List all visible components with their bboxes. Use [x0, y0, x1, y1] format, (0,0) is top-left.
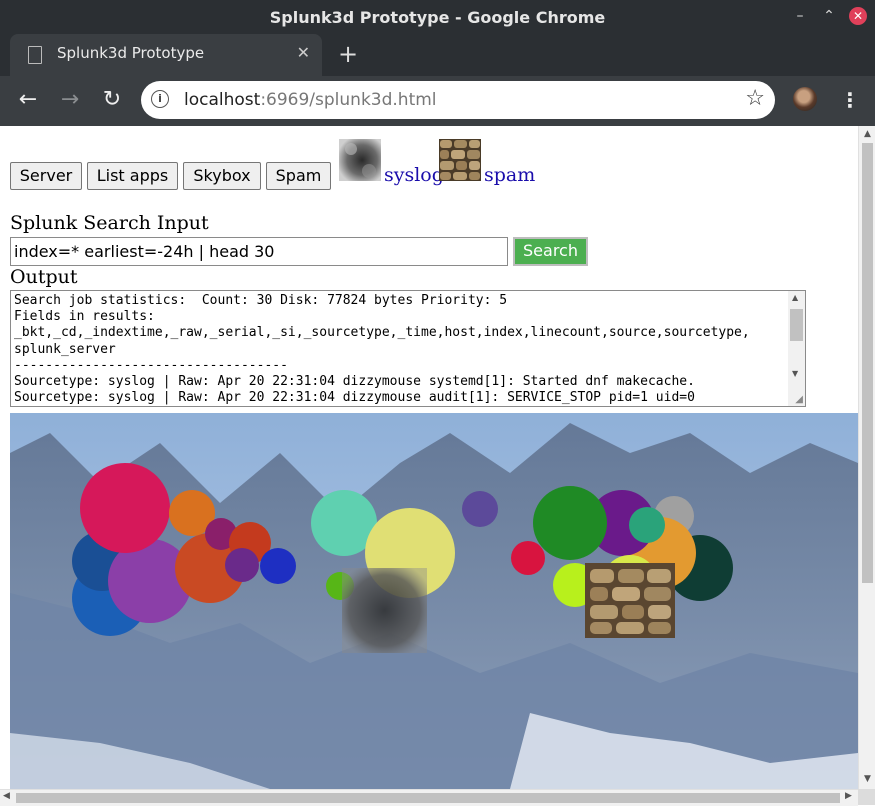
tab-title: Splunk3d Prototype [57, 44, 205, 62]
minimize-icon[interactable]: – [791, 7, 809, 25]
browser-toolbar: ← → ↻ i localhost:6969/splunk3d.html ☆ [0, 76, 875, 126]
address-bar[interactable]: i localhost:6969/splunk3d.html ☆ [141, 81, 775, 119]
output-line: _bkt,_cd,_indextime,_raw,_serial,_si,_so… [14, 325, 750, 341]
syslog-cube [342, 568, 427, 653]
syslog-link[interactable]: syslog [384, 164, 444, 186]
resize-grip-icon[interactable]: ◢ [795, 394, 803, 405]
close-tab-icon[interactable]: ✕ [297, 43, 310, 62]
page-hscroll-thumb[interactable] [16, 793, 840, 803]
bookmark-star-icon[interactable]: ☆ [745, 86, 765, 111]
scroll-up-icon[interactable]: ▲ [792, 293, 798, 302]
menu-icon[interactable]: ⋮ [840, 86, 860, 114]
output-line: ----------------------------------- [14, 357, 288, 373]
scrollbar-corner [858, 789, 875, 805]
search-button[interactable]: Search [513, 237, 588, 266]
output-label: Output [10, 266, 78, 288]
reload-icon[interactable]: ↻ [97, 85, 127, 115]
page-horizontal-scrollbar[interactable]: ◀ ▶ [0, 789, 858, 806]
page-content: Server List apps Skybox Spam syslog spam… [0, 126, 858, 789]
search-label: Splunk Search Input [10, 212, 209, 234]
output-text: Search job statistics: Count: 30 Disk: 7… [11, 291, 805, 406]
profile-avatar[interactable] [793, 87, 817, 111]
page-scroll-thumb[interactable] [862, 143, 873, 583]
scroll-right-icon[interactable]: ▶ [845, 791, 852, 801]
scroll-down-icon[interactable]: ▼ [862, 774, 873, 784]
spam-link[interactable]: spam [484, 164, 535, 186]
spam-cube [585, 563, 675, 638]
tab-splunk3d[interactable]: Splunk3d Prototype ✕ [10, 34, 322, 76]
forward-icon[interactable]: → [55, 85, 85, 115]
new-tab-button[interactable]: + [338, 40, 358, 68]
output-textarea[interactable]: Search job statistics: Count: 30 Disk: 7… [10, 290, 806, 407]
window-titlebar: Splunk3d Prototype - Google Chrome – ⌃ ✕ [0, 0, 875, 34]
syslog-texture-thumbnail[interactable] [339, 139, 381, 181]
url-text[interactable]: localhost:6969/splunk3d.html [184, 90, 437, 110]
site-info-icon[interactable]: i [151, 90, 169, 108]
server-button[interactable]: Server [10, 162, 82, 190]
output-scroll-thumb[interactable] [790, 309, 803, 341]
output-line: Search job statistics: Count: 30 Disk: 7… [14, 293, 508, 308]
back-icon[interactable]: ← [13, 85, 43, 115]
spam-texture-thumbnail[interactable] [439, 139, 481, 181]
scroll-down-icon[interactable]: ▼ [792, 369, 798, 378]
list-apps-button[interactable]: List apps [87, 162, 178, 190]
search-input[interactable] [10, 237, 508, 266]
scroll-left-icon[interactable]: ◀ [3, 791, 10, 801]
page-vertical-scrollbar[interactable]: ▲ ▼ [858, 126, 875, 789]
scroll-up-icon[interactable]: ▲ [862, 129, 873, 139]
spam-button[interactable]: Spam [266, 162, 331, 190]
skybox-button[interactable]: Skybox [183, 162, 261, 190]
window-title: Splunk3d Prototype - Google Chrome [269, 8, 606, 27]
output-line: Sourcetype: syslog | Raw: Apr 20 22:31:0… [14, 390, 695, 406]
output-line: Fields in results: [14, 309, 155, 325]
tab-strip: Splunk3d Prototype ✕ + [0, 34, 875, 76]
output-scrollbar[interactable]: ▲ ▼ [788, 291, 805, 406]
output-line: splunk_server [14, 341, 116, 357]
page-icon [28, 46, 42, 64]
3d-scene-canvas[interactable] [10, 413, 858, 789]
output-line: Sourcetype: syslog | Raw: Apr 20 22:31:0… [14, 374, 695, 390]
maximize-icon[interactable]: ⌃ [820, 7, 838, 25]
close-window-icon[interactable]: ✕ [849, 7, 867, 25]
